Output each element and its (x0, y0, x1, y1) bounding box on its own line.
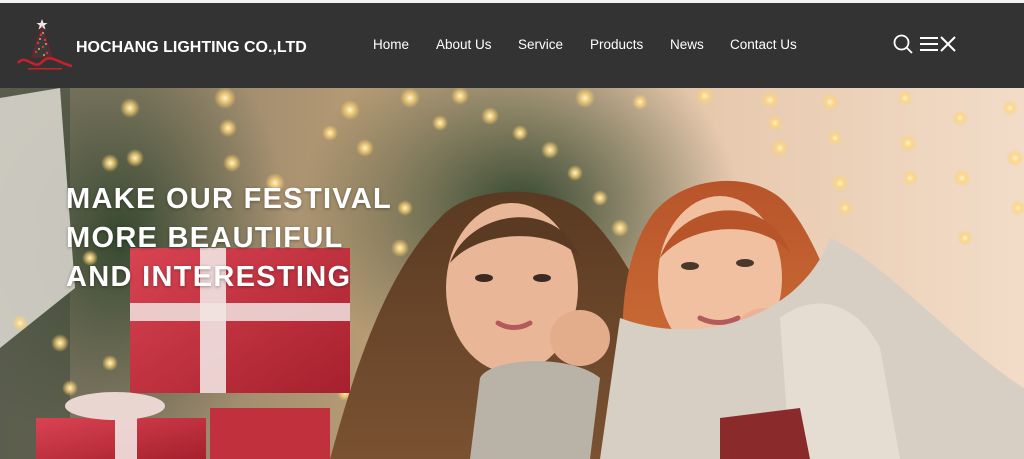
headline-line-1: MAKE OUR FESTIVAL (66, 183, 393, 215)
hero-headline: MAKE OUR FESTIVAL MORE BEAUTIFUL AND INT… (66, 180, 392, 297)
christmas-tree-logo-icon (17, 19, 73, 70)
search-icon[interactable] (892, 33, 914, 60)
hero-banner: MAKE OUR FESTIVAL MORE BEAUTIFUL AND INT… (0, 88, 1024, 459)
site-header: HOCHANG LIGHTING CO.,LTD Home About Us S… (0, 3, 1024, 88)
nav-service[interactable]: Service (518, 37, 563, 52)
menu-icon[interactable] (920, 33, 938, 60)
headline-line-3: AND INTERESTING (66, 261, 352, 293)
close-icon[interactable] (940, 33, 956, 60)
nav-news[interactable]: News (670, 37, 704, 52)
nav-contact-us[interactable]: Contact Us (730, 37, 797, 52)
header-tools (892, 33, 962, 59)
company-logo[interactable] (12, 13, 76, 77)
nav-products[interactable]: Products (590, 37, 643, 52)
headline-line-2: MORE BEAUTIFUL (66, 222, 344, 254)
nav-home[interactable]: Home (373, 37, 409, 52)
brand-name[interactable]: HOCHANG LIGHTING CO.,LTD (76, 39, 307, 57)
nav-about-us[interactable]: About Us (436, 37, 492, 52)
